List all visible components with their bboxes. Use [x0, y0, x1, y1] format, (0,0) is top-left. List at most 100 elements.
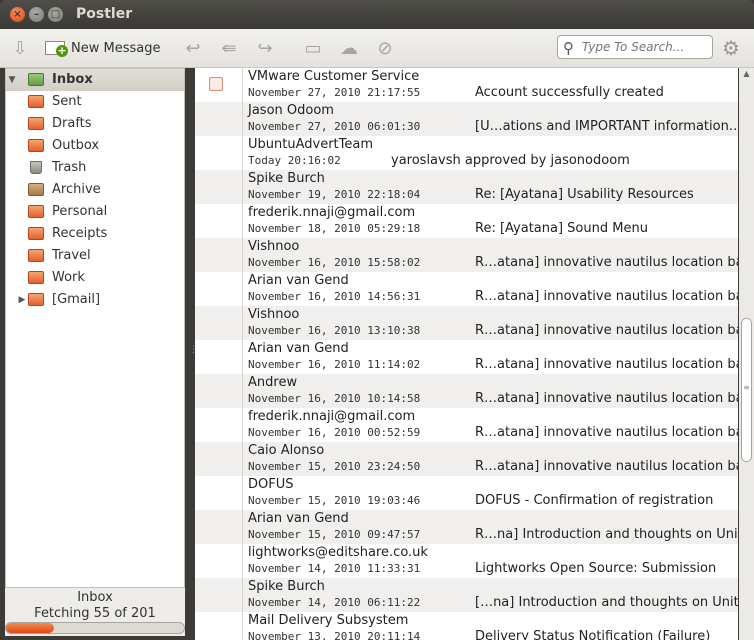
message-row[interactable]: Arian van Gend November 16, 2010 14:56:31… [195, 272, 738, 306]
message-flag-column[interactable] [195, 306, 243, 340]
search-input[interactable] [582, 38, 707, 56]
folder-icon [28, 227, 44, 240]
sidebar-item-trash[interactable]: Trash [6, 157, 184, 179]
message-flag-column[interactable] [195, 578, 243, 612]
unread-flag-icon[interactable] [209, 77, 223, 91]
sidebar-item-drafts[interactable]: Drafts [6, 113, 184, 135]
expand-arrow-icon[interactable]: ▶ [16, 295, 28, 305]
sidebar-item-personal[interactable]: Personal [6, 201, 184, 223]
receive-mail-icon[interactable]: ⇩ [8, 37, 32, 59]
archive-toolbar-icon[interactable]: ▭ [301, 37, 325, 59]
sidebar-item-label: Work [52, 270, 85, 285]
archive-icon [28, 183, 44, 196]
sidebar-item-outbox[interactable]: Outbox [6, 135, 184, 157]
message-row[interactable]: Mail Delivery Subsystem November 13, 2010… [195, 612, 738, 640]
folder-icon [28, 205, 44, 218]
message-flag-column[interactable] [195, 102, 243, 136]
scroll-up-arrow-icon[interactable]: ▲ [739, 68, 754, 80]
message-sender: frederik.nnaji@gmail.com [248, 409, 416, 424]
sidebar-item-label: Travel [52, 248, 91, 263]
message-sender: frederik.nnaji@gmail.com [248, 205, 416, 220]
sidebar-item-label: Outbox [52, 138, 100, 153]
message-row[interactable]: DOFUS November 15, 2010 19:03:46 DOFUS - C… [195, 476, 738, 510]
sidebar-item-work[interactable]: Work [6, 267, 184, 289]
message-row[interactable]: Spike Burch November 19, 2010 22:18:04 Re:… [195, 170, 738, 204]
message-flag-column[interactable] [195, 340, 243, 374]
message-date: November 14, 2010 11:33:31 [248, 562, 421, 575]
minimize-window-button[interactable]: – [29, 7, 44, 22]
message-row[interactable]: frederik.nnaji@gmail.com November 16, 201… [195, 408, 738, 442]
sidebar-item-label: Archive [52, 182, 101, 197]
delete-icon[interactable]: ⊘ [373, 37, 397, 59]
sidebar-item-label: Personal [52, 204, 108, 219]
scroll-grip-icon: ≡ [743, 383, 750, 392]
message-row[interactable]: lightworks@editshare.co.uk November 14, 2… [195, 544, 738, 578]
message-flag-column[interactable] [195, 442, 243, 476]
search-box[interactable]: ⚲ [557, 35, 713, 59]
gear-icon[interactable]: ⚙ [722, 36, 740, 60]
message-flag-column[interactable] [195, 272, 243, 306]
message-row[interactable]: Vishnoo November 16, 2010 15:58:02 R…atana… [195, 238, 738, 272]
sidebar-item-label: Sent [52, 94, 82, 109]
collapse-arrow-icon[interactable]: ▼ [6, 75, 18, 85]
message-flag-column[interactable] [195, 136, 243, 170]
message-flag-column[interactable] [195, 68, 243, 102]
message-subject: [U…ations and IMPORTANT information… [475, 119, 738, 134]
message-sender: Jason Odoom [248, 103, 334, 118]
new-message-button[interactable]: + New Message [44, 38, 160, 58]
scrollbar-thumb[interactable]: ≡ [741, 318, 752, 462]
new-message-icon: + [44, 39, 68, 57]
message-sender: lightworks@editshare.co.uk [248, 545, 428, 560]
message-date: November 16, 2010 10:14:58 [248, 392, 421, 405]
sidebar-item-label: Drafts [52, 116, 92, 131]
close-window-button[interactable]: × [10, 7, 25, 22]
message-subject: Delivery Status Notification (Failure) [475, 629, 711, 640]
forward-icon[interactable]: ↪ [253, 37, 277, 59]
message-subject: R…atana] innovative nautilus location ba… [475, 459, 738, 474]
message-flag-column[interactable] [195, 510, 243, 544]
message-flag-column[interactable] [195, 544, 243, 578]
message-row[interactable]: Arian van Gend November 16, 2010 11:14:02… [195, 340, 738, 374]
sidebar-item-sent[interactable]: Sent [6, 91, 184, 113]
message-sender: Arian van Gend [248, 511, 349, 526]
folder-icon [28, 249, 44, 262]
message-row[interactable]: Jason Odoom November 27, 2010 06:01:30 [U…… [195, 102, 738, 136]
sidebar-item-receipts[interactable]: Receipts [6, 223, 184, 245]
trash-icon [30, 161, 42, 174]
message-row[interactable]: Spike Burch November 14, 2010 06:11:22 […n… [195, 578, 738, 612]
message-flag-column[interactable] [195, 238, 243, 272]
message-row[interactable]: Andrew November 16, 2010 10:14:58 R…atana]… [195, 374, 738, 408]
message-row[interactable]: Arian van Gend November 15, 2010 09:47:57… [195, 510, 738, 544]
message-flag-column[interactable] [195, 476, 243, 510]
message-date: November 16, 2010 00:52:59 [248, 426, 421, 439]
new-message-label: New Message [71, 40, 161, 56]
folder-sidebar: ▼ Inbox Sent Drafts Outbox Trash Archive… [5, 68, 185, 588]
message-flag-column[interactable] [195, 612, 243, 640]
message-row[interactable]: Caio Alonso November 15, 2010 23:24:50 R…a… [195, 442, 738, 476]
message-row[interactable]: frederik.nnaji@gmail.com November 18, 201… [195, 204, 738, 238]
sidebar-item-archive[interactable]: Archive [6, 179, 184, 201]
maximize-window-button[interactable]: □ [48, 7, 63, 22]
message-date: November 16, 2010 11:14:02 [248, 358, 421, 371]
sidebar-item-label: Inbox [52, 72, 93, 87]
message-flag-column[interactable] [195, 170, 243, 204]
message-row[interactable]: UbuntuAdvertTeam Today 20:16:02 yaroslavsh… [195, 136, 738, 170]
message-flag-column[interactable] [195, 408, 243, 442]
message-subject: R…atana] innovative nautilus location ba… [475, 357, 738, 372]
mark-junk-icon[interactable]: ☁ [337, 37, 361, 59]
reply-all-icon[interactable]: ⇚ [217, 37, 241, 59]
message-subject: Lightworks Open Source: Submission [475, 561, 717, 576]
sidebar-item-travel[interactable]: Travel [6, 245, 184, 267]
pane-splitter-handle[interactable]: ⋮ [189, 345, 198, 355]
sent-folder-icon [28, 95, 44, 108]
message-row[interactable]: VMware Customer Service November 27, 2010… [195, 68, 738, 102]
message-subject: R…atana] innovative nautilus location ba… [475, 391, 738, 406]
message-flag-column[interactable] [195, 374, 243, 408]
message-row[interactable]: Vishnoo November 16, 2010 13:10:38 R…atana… [195, 306, 738, 340]
sidebar-item-gmail[interactable]: ▶ [Gmail] [6, 289, 184, 311]
reply-icon[interactable]: ↩ [181, 37, 205, 59]
message-subject: […na] Introduction and thoughts on Unity [475, 595, 738, 610]
sidebar-item-inbox[interactable]: ▼ Inbox [6, 69, 184, 91]
message-list-scrollbar[interactable]: ▲ ≡ [739, 68, 754, 640]
message-flag-column[interactable] [195, 204, 243, 238]
